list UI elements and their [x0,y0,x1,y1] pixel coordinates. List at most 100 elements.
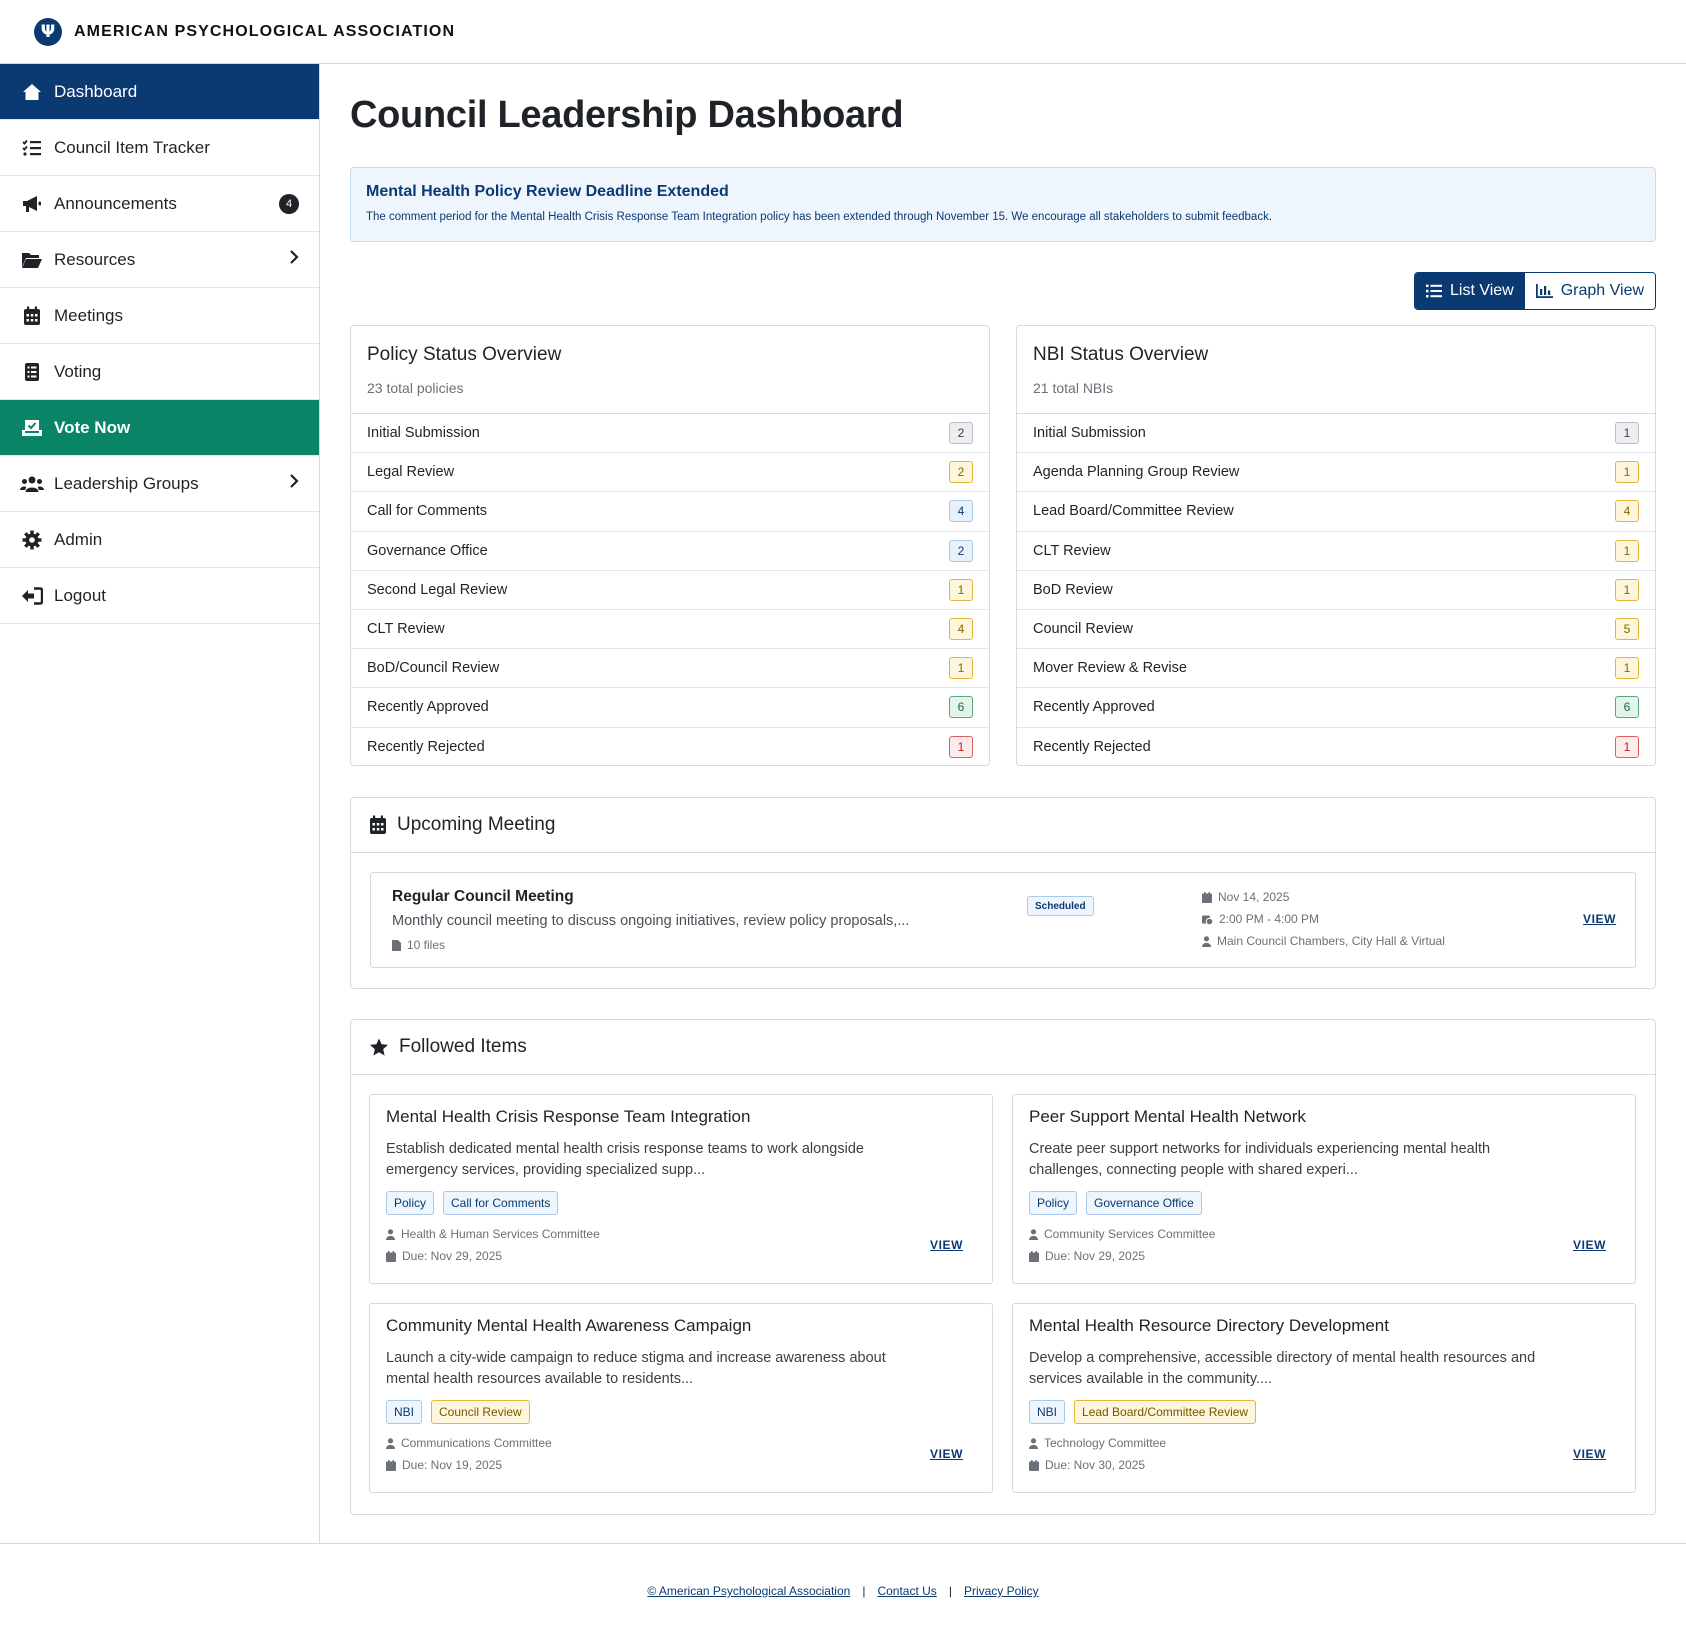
privacy-policy-link[interactable]: Privacy Policy [964,1584,1039,1598]
item-title: Mental Health Resource Directory Develop… [1029,1316,1389,1335]
list-icon [1426,284,1442,298]
calendar-icon [1202,891,1212,903]
section-title: Followed Items [399,1036,527,1057]
status-row[interactable]: Recently Rejected 1 [351,728,989,767]
status-row[interactable]: Agenda Planning Group Review 1 [1017,453,1655,493]
alert-body: The comment period for the Mental Health… [366,211,1273,223]
status-count-badge: 1 [1615,736,1639,759]
sidebar-item-label: Voting [54,361,102,381]
due-text: Due: Nov 30, 2025 [1045,1458,1146,1472]
copyright-link[interactable]: © American Psychological Association [647,1584,850,1598]
status-row[interactable]: Recently Approved 6 [351,688,989,728]
item-due-date: Due: Nov 19, 2025 [386,1458,502,1472]
panel-title: NBI Status Overview [1033,344,1209,365]
status-count-badge: 2 [949,539,973,562]
status-row[interactable]: CLT Review 1 [1017,532,1655,571]
chevron-right-icon [289,249,299,270]
view-item-link[interactable]: VIEW [930,1447,963,1461]
status-row[interactable]: Mover Review & Revise 1 [1017,649,1655,689]
vote-box-icon [20,416,44,440]
status-row[interactable]: Recently Approved 6 [1017,688,1655,728]
status-row[interactable]: Council Review 5 [1017,610,1655,650]
type-tag: Policy [1029,1191,1078,1215]
calendar-icon [1029,1250,1039,1262]
item-tags: NBI Council Review [386,1400,530,1424]
sidebar-item-admin[interactable]: Admin [0,512,319,568]
status-row[interactable]: Governance Office 2 [351,532,989,571]
contact-us-link[interactable]: Contact Us [877,1584,936,1598]
status-row[interactable]: Call for Comments 4 [351,492,989,532]
calendar-icon [386,1459,396,1471]
followed-item-card[interactable]: Community Mental Health Awareness Campai… [369,1303,993,1493]
user-icon [386,1228,395,1240]
graph-view-button[interactable]: Graph View [1524,273,1656,309]
sidebar-item-meetings[interactable]: Meetings [0,288,319,344]
due-text: Due: Nov 29, 2025 [402,1249,503,1263]
status-list: Initial Submission 1 Agenda Planning Grou… [1017,414,1655,767]
committee-text: Health & Human Services Committee [401,1227,600,1241]
sidebar-item-label: Meetings [54,305,123,325]
status-list: Initial Submission 2 Legal Review 2 Call f… [351,414,989,767]
meeting-title: Regular Council Meeting [392,888,574,905]
status-row[interactable]: Second Legal Review 1 [351,571,989,610]
status-row[interactable]: BoD Review 1 [1017,571,1655,610]
sidebar-item-dashboard[interactable]: Dashboard [0,64,319,120]
view-item-link[interactable]: VIEW [1573,1238,1606,1252]
status-label: Call for Comments [367,503,488,520]
status-count-badge: 1 [1615,461,1639,484]
sidebar-nav: Dashboard Council Item Tracker Announcem… [0,64,320,1544]
status-row[interactable]: Initial Submission 2 [351,414,989,454]
sidebar-item-leadership-groups[interactable]: Leadership Groups [0,456,319,512]
sidebar-item-logout[interactable]: Logout [0,568,319,624]
status-count-badge: 4 [949,500,973,523]
sidebar-item-announcements[interactable]: Announcements 4 [0,176,319,232]
status-row[interactable]: Legal Review 2 [351,453,989,493]
user-icon [1029,1228,1038,1240]
status-row[interactable]: Initial Submission 1 [1017,414,1655,454]
gear-icon [20,528,44,552]
panel-subtitle: 21 total NBIs [1033,380,1114,396]
item-due-date: Due: Nov 30, 2025 [1029,1458,1145,1472]
footer-separator: | [948,1584,952,1598]
apa-logo-icon[interactable]: Ψ [34,17,62,46]
user-icon [1029,1437,1038,1449]
sidebar-item-vote-now[interactable]: Vote Now [0,400,319,456]
view-item-link[interactable]: VIEW [930,1238,963,1252]
status-label: CLT Review [367,621,445,638]
view-meeting-link[interactable]: VIEW [1583,912,1616,926]
status-row[interactable]: CLT Review 4 [351,610,989,650]
panel-header: NBI Status Overview 21 total NBIs [1017,326,1655,414]
status-count-badge: 1 [949,736,973,759]
type-tag: NBI [386,1400,423,1424]
status-row[interactable]: BoD/Council Review 1 [351,649,989,689]
footer-separator: | [862,1584,866,1598]
followed-item-card[interactable]: Mental Health Crisis Response Team Integ… [369,1094,993,1284]
status-label: Recently Approved [367,699,489,716]
org-name[interactable]: AMERICAN PSYCHOLOGICAL ASSOCIATION [74,23,455,41]
sidebar-item-resources[interactable]: Resources [0,232,319,288]
status-label: Agenda Planning Group Review [1033,464,1240,481]
calendar-icon [1029,1459,1039,1471]
status-count-badge: 6 [1615,696,1639,719]
users-icon [20,472,44,496]
meeting-time: 2:00 PM - 4:00 PM [1202,912,1319,926]
sidebar-item-council-item-tracker[interactable]: Council Item Tracker [0,120,319,176]
status-count-badge: 1 [949,578,973,601]
status-row[interactable]: Recently Rejected 1 [1017,728,1655,767]
item-title: Peer Support Mental Health Network [1029,1107,1306,1126]
item-committee: Technology Committee [1029,1436,1166,1450]
view-item-link[interactable]: VIEW [1573,1447,1606,1461]
list-view-label: List View [1450,282,1514,299]
status-count-badge: 1 [1615,578,1639,601]
status-label: Second Legal Review [367,581,508,598]
sidebar-item-voting[interactable]: Voting [0,344,319,400]
meeting-location-text: Main Council Chambers, City Hall & Virtu… [1217,934,1445,948]
status-count-badge: 2 [949,422,973,445]
followed-item-card[interactable]: Mental Health Resource Directory Develop… [1012,1303,1636,1493]
list-view-button[interactable]: List View [1415,273,1525,309]
status-row[interactable]: Lead Board/Committee Review 4 [1017,492,1655,532]
meeting-card[interactable]: Regular Council Meeting Monthly council … [370,872,1636,968]
followed-item-card[interactable]: Peer Support Mental Health Network Creat… [1012,1094,1636,1284]
page-footer: © American Psychological Association | C… [0,1543,1686,1638]
item-tags: Policy Governance Office [1029,1191,1202,1215]
